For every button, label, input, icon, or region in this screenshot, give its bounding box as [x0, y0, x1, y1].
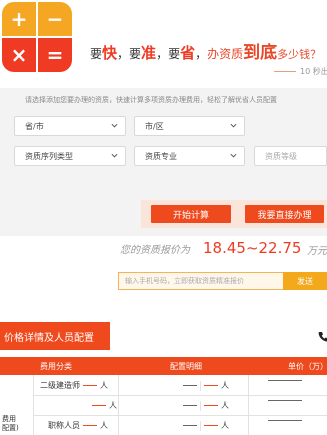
table-divider [33, 415, 327, 416]
minus-symbol: − [38, 2, 72, 36]
table-row-price [268, 380, 302, 381]
section-title: 价格详情及人员配置 [0, 322, 110, 350]
tagline-dash [274, 71, 296, 72]
config-dash [183, 405, 197, 406]
chevron-down-icon [230, 153, 237, 158]
config-separator [200, 380, 201, 391]
headline: 要快，要准，要省，办资质到底多少钱？ [90, 38, 321, 63]
chevron-down-icon [111, 123, 118, 128]
level-select-value: 资质等级 [265, 151, 297, 161]
row-group-label: 费用 配置) [2, 415, 19, 433]
phone-input[interactable]: 输入手机号码，立即获取资质精准报价 [118, 272, 284, 290]
headline-part: 要 [90, 47, 103, 61]
headline-after-all: 到底 [243, 43, 278, 63]
unit-label: 人 [221, 381, 229, 390]
category-select[interactable]: 资质序列类型 [14, 146, 126, 166]
headline-qualification: 办资质 [207, 47, 244, 61]
config-separator [200, 400, 201, 411]
table-row-config: 人 [183, 400, 229, 411]
count-dash [204, 405, 218, 406]
role-label: 职称人员 [48, 421, 80, 430]
table-body: 费用 配置) 二级建造师 人 人 人 人 职称人员 人 人 [0, 375, 327, 435]
chevron-down-icon [111, 153, 118, 158]
province-select-value: 省/市 [25, 121, 44, 131]
table-row-config: 人 [183, 420, 229, 431]
plus-symbol: + [2, 2, 36, 36]
table-header: 费用分类 配置明细 单价（万） [0, 357, 327, 375]
unit-label: 人 [109, 401, 117, 410]
direct-apply-button[interactable]: 我要直接办理 [245, 205, 324, 223]
column-header-price: 单价（万） [288, 362, 327, 371]
headline-part: ，要 [156, 47, 181, 61]
district-select[interactable]: 市/区 [134, 116, 245, 136]
start-calc-button[interactable]: 开始计算 [151, 205, 231, 223]
table-row-price [268, 420, 302, 421]
count-dash [83, 425, 97, 426]
unit-label: 人 [100, 381, 108, 390]
table-row-config: 人 [183, 380, 229, 391]
price-dash [268, 400, 302, 401]
table-row-role: 人 [92, 400, 117, 411]
price-dash [268, 420, 302, 421]
table-row-role: 二级建造师 人 [40, 380, 108, 391]
specialty-select[interactable]: 资质专业 [134, 146, 245, 166]
headline-part: ，要 [117, 47, 142, 61]
config-dash [183, 385, 197, 386]
table-divider [248, 375, 249, 435]
form-intro: 请选择添加您要办理的资质，快速计算多项资质办理费用，轻松了解优省人员配置 [25, 96, 277, 104]
quote-value: 18.45~22.75 [203, 239, 302, 257]
count-dash [83, 385, 97, 386]
count-dash [92, 405, 106, 406]
send-button[interactable]: 发送 [283, 272, 327, 290]
headline-how-much: 多少钱？ [277, 48, 322, 61]
table-row-role: 职称人员 人 [48, 420, 108, 431]
role-label: 二级建造师 [40, 381, 80, 390]
table-divider [118, 375, 119, 435]
quote-unit: 万元 [307, 246, 327, 257]
province-select[interactable]: 省/市 [14, 116, 126, 136]
column-header-category: 费用分类 [40, 362, 72, 371]
table-row-price [268, 400, 302, 401]
chevron-down-icon [230, 123, 237, 128]
config-separator [200, 420, 201, 431]
count-dash [204, 385, 218, 386]
times-symbol: × [2, 38, 36, 72]
calculator-logo-icon: + − × = [2, 2, 72, 72]
district-select-value: 市/区 [145, 121, 164, 131]
table-divider [33, 375, 34, 435]
price-dash [268, 380, 302, 381]
headline-keyword-save: 省 [180, 44, 196, 62]
phone-icon [318, 332, 327, 342]
quote-calculator-page: + − × = 要快，要准，要省，办资质到底多少钱？ 10 秒出 请选择添加您要… [0, 0, 327, 435]
headline-keyword-fast: 快 [102, 44, 118, 62]
table-divider [33, 395, 327, 396]
category-select-value: 资质序列类型 [25, 151, 73, 161]
tagline: 10 秒出 [274, 66, 327, 77]
config-dash [183, 425, 197, 426]
unit-label: 人 [100, 421, 108, 430]
specialty-select-value: 资质专业 [145, 151, 177, 161]
unit-label: 人 [221, 401, 229, 410]
column-header-config: 配置明细 [170, 362, 202, 371]
quote-label: 您的资质报价为 [120, 245, 190, 256]
count-dash [204, 425, 218, 426]
equals-symbol: = [38, 38, 72, 72]
row-group-label-line: 费用 [2, 415, 16, 423]
level-select[interactable]: 资质等级 [254, 146, 327, 166]
tagline-text: 10 秒出 [300, 67, 327, 76]
unit-label: 人 [221, 421, 229, 430]
headline-keyword-accurate: 准 [141, 44, 157, 62]
headline-part: ， [195, 47, 208, 61]
row-group-label-line: 配置) [2, 424, 19, 432]
